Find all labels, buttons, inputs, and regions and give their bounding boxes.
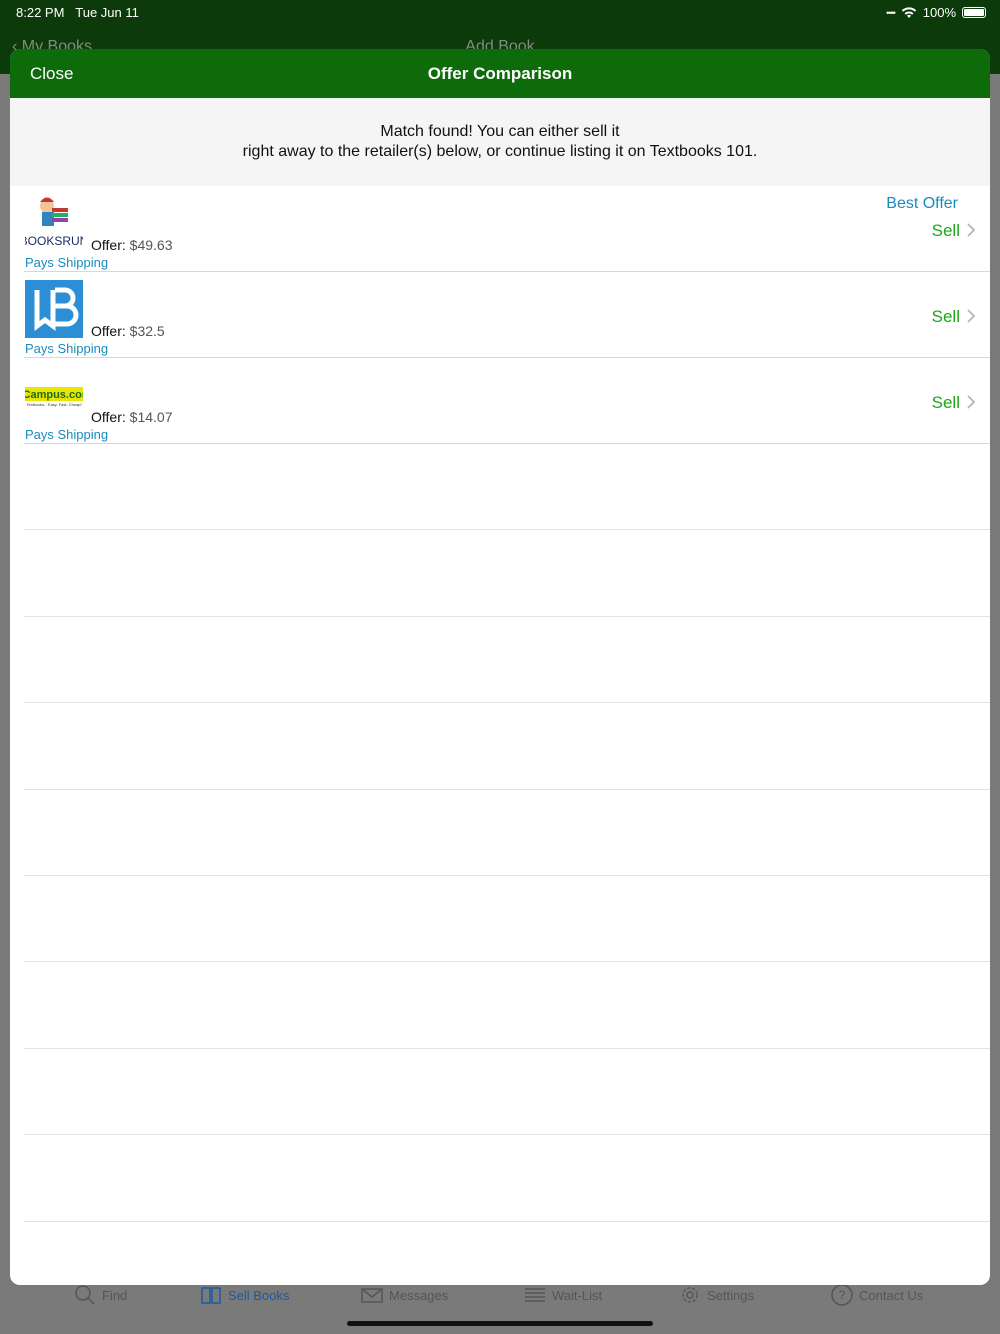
- match-notice: Match found! You can either sell it righ…: [10, 98, 990, 186]
- empty-table-row: [24, 444, 990, 531]
- empty-table-row: [24, 1049, 990, 1136]
- tab-sell-books: Sell Books: [200, 1284, 289, 1306]
- chevron-right-icon: [967, 395, 976, 409]
- svg-text:Textbooks · Easy. Fast. Cheap!: Textbooks · Easy. Fast. Cheap!: [26, 402, 81, 407]
- svg-text:?: ?: [839, 1288, 846, 1302]
- gear-icon: [682, 1287, 698, 1303]
- battery-percent: 100%: [922, 5, 956, 20]
- tab-wait-list: Wait-List: [524, 1284, 602, 1306]
- pays-shipping-label: Pays Shipping: [25, 427, 109, 442]
- pays-shipping-label: Pays Shipping: [25, 341, 109, 356]
- offer-row-ecampus[interactable]: eCampus.com Textbooks · Easy. Fast. Chea…: [16, 358, 990, 444]
- svg-text:eCampus.com: eCampus.com: [25, 389, 83, 401]
- search-icon: [75, 1285, 95, 1305]
- offer-row-booksrun[interactable]: BOOKSRUN Offer: $49.63 Pays Shipping Bes…: [20, 186, 990, 272]
- status-bar: 8:22 PM Tue Jun 11 •••• 100%: [0, 0, 1000, 26]
- empty-table-row: [24, 703, 990, 790]
- empty-table-row: [24, 530, 990, 617]
- status-time: 8:22 PM Tue Jun 11: [16, 5, 139, 20]
- home-indicator: [347, 1321, 653, 1326]
- tab-contact-us: ? Contact Us: [831, 1284, 923, 1306]
- chevron-right-icon: [967, 309, 976, 323]
- notice-line-1: Match found! You can either sell it: [380, 123, 620, 140]
- pays-shipping-label: Pays Shipping: [25, 255, 109, 270]
- notice-line-2: right away to the retailer(s) below, or …: [242, 143, 758, 160]
- offer-comparison-modal: Close Offer Comparison Match found! You …: [10, 49, 990, 1285]
- booksrun-logo: BOOKSRUN: [20, 194, 88, 252]
- offer-amount: Offer: $14.07: [91, 409, 173, 425]
- list-icon: [525, 1288, 545, 1302]
- sell-button[interactable]: Sell: [932, 221, 960, 241]
- book-icon: [201, 1287, 221, 1304]
- question-icon: ?: [831, 1284, 853, 1306]
- modal-header: Close Offer Comparison: [10, 49, 990, 98]
- empty-table-row: [24, 790, 990, 876]
- empty-table-row: [24, 962, 990, 1049]
- empty-table-row: [24, 1135, 990, 1222]
- chevron-right-icon: [967, 223, 976, 237]
- wifi-icon: [901, 6, 916, 18]
- status-right: •••• 100%: [886, 5, 986, 20]
- empty-table-row: [24, 617, 990, 704]
- signal-icon: ••••: [886, 7, 896, 18]
- offer-amount: Offer: $49.63: [91, 237, 173, 253]
- offer-amount: Offer: $32.5: [91, 323, 165, 339]
- tab-find: Find: [74, 1284, 127, 1306]
- modal-title: Offer Comparison: [427, 64, 573, 83]
- sell-button[interactable]: Sell: [932, 393, 960, 413]
- bookbyte-logo: [25, 280, 83, 338]
- sell-button[interactable]: Sell: [932, 307, 960, 327]
- ecampus-logo: eCampus.com Textbooks · Easy. Fast. Chea…: [16, 366, 92, 424]
- svg-text:BOOKSRUN: BOOKSRUN: [25, 234, 83, 248]
- tab-messages: Messages: [361, 1284, 448, 1306]
- offer-row-bookbyte[interactable]: Offer: $32.5 Pays Shipping Sell: [24, 272, 990, 358]
- battery-icon: [962, 7, 986, 18]
- best-offer-badge: Best Offer: [886, 195, 958, 212]
- empty-table-row: [24, 876, 990, 963]
- tab-settings: Settings: [679, 1284, 754, 1306]
- envelope-icon: [361, 1288, 383, 1303]
